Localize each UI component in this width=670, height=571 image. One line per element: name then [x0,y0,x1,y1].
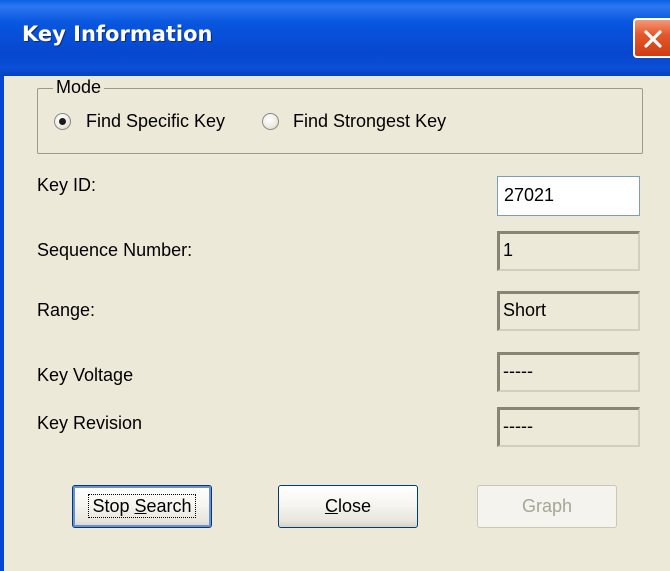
close-button[interactable]: Close [278,485,418,528]
stop-search-label: Stop Search [88,494,196,518]
range-label: Range: [37,300,96,320]
key-voltage-field: ----- [497,352,640,392]
find-strongest-key-label[interactable]: Find Strongest Key [293,111,446,132]
window-title: Key Information [22,22,213,46]
key-id-field[interactable]: 27021 [497,176,640,216]
close-label: Close [324,496,372,516]
key-revision-field: ----- [497,407,640,447]
find-specific-key-radio[interactable] [54,113,71,130]
find-specific-key-label[interactable]: Find Specific Key [86,111,225,132]
stop-search-button[interactable]: Stop Search [72,485,212,528]
close-icon [644,30,662,48]
window-border [0,76,4,571]
key-voltage-label: Key Voltage [37,365,134,385]
find-strongest-key-radio[interactable] [262,113,279,130]
key-information-dialog: Key Information Mode Find Specific Key F… [0,0,670,571]
sequence-number-field: 1 [497,231,640,271]
key-id-label: Key ID: [37,175,97,195]
key-revision-label: Key Revision [37,413,143,433]
graph-button: Graph [477,485,617,528]
mode-group-label: Mode [53,77,105,98]
graph-label: Graph [521,496,573,516]
title-bar[interactable]: Key Information [0,0,670,76]
close-window-button[interactable] [633,18,670,58]
range-field: Short [497,291,640,331]
sequence-number-label: Sequence Number: [37,240,193,260]
